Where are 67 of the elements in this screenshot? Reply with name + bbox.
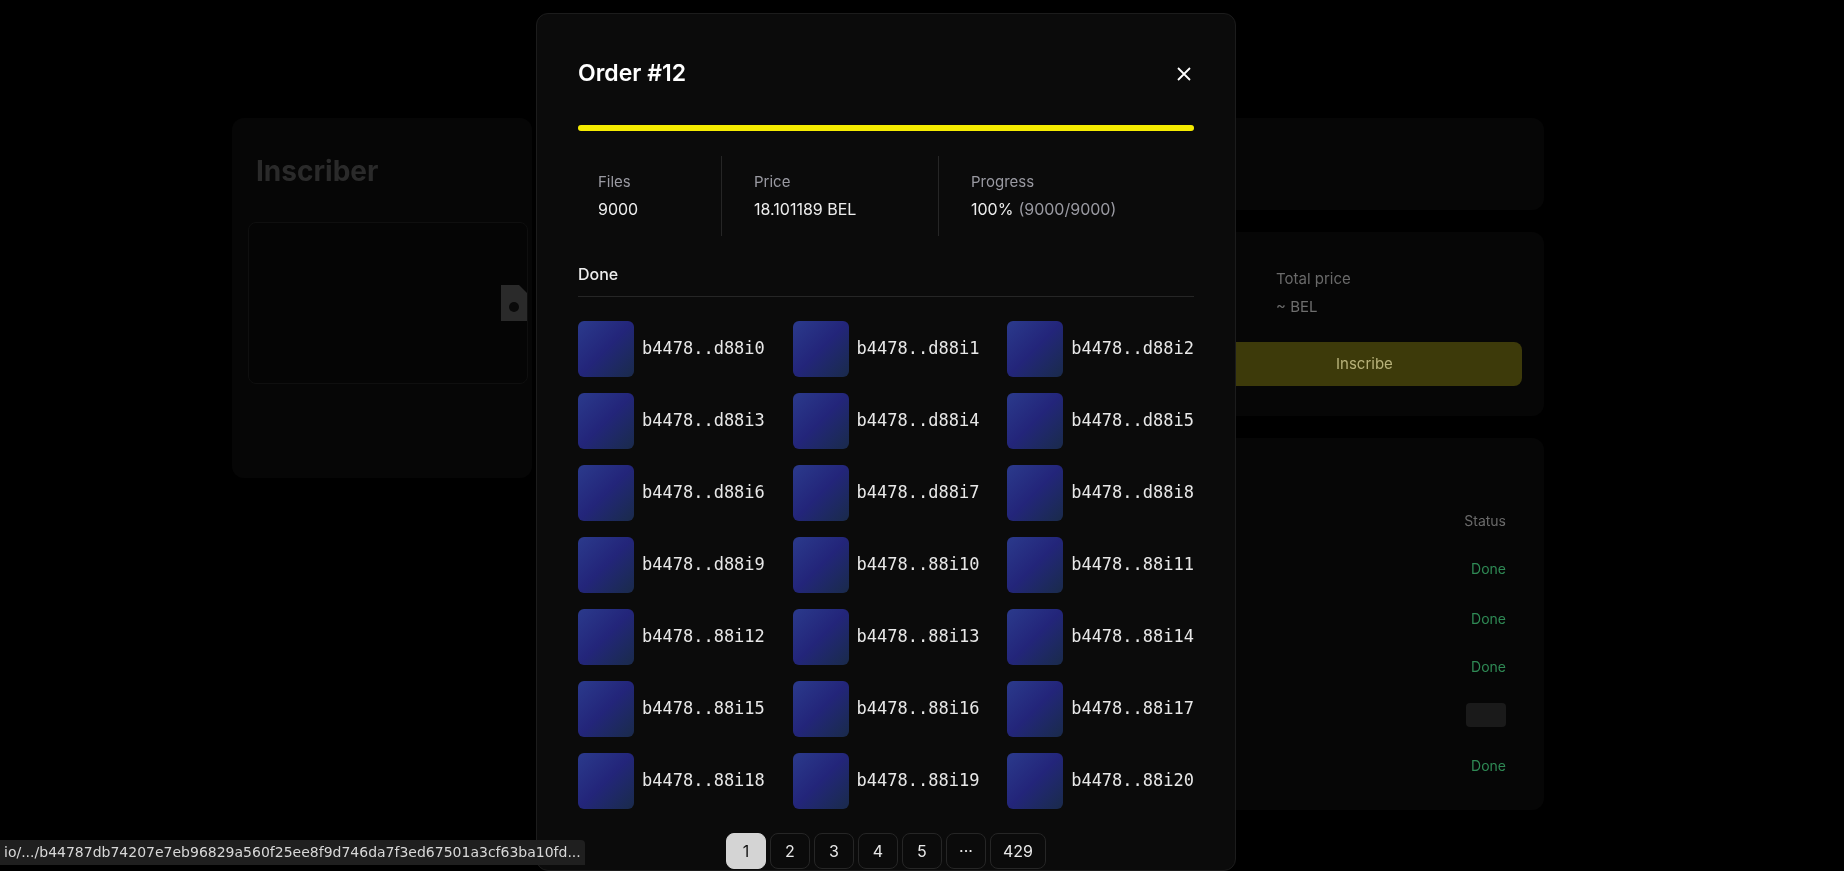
stat-detail: (9000/9000)	[1018, 198, 1117, 222]
stat-value: 9000	[598, 198, 639, 222]
page-button[interactable]: 3	[814, 833, 854, 869]
status-text: Done	[1471, 609, 1506, 629]
status-header: Status	[1464, 511, 1506, 531]
total-price-label: Total price	[1276, 268, 1351, 290]
nft-thumbnail	[1007, 321, 1064, 377]
nft-thumbnail	[1007, 753, 1064, 809]
section-title: Done	[578, 262, 1194, 297]
nft-thumbnail	[792, 321, 849, 377]
page-button[interactable]: 2	[770, 833, 810, 869]
stat-value: 100%	[971, 198, 1014, 222]
nft-thumbnail	[578, 465, 634, 521]
status-url: io/.../b44787db74207e7eb96829a560f25ee8f9d746da7f3ed67501a3cf63ba10fd...	[0, 840, 585, 865]
page-button[interactable]: 429	[990, 833, 1046, 869]
file-item[interactable]: b4478..88i20	[1007, 753, 1194, 809]
file-item[interactable]: b4478..d88i7	[792, 465, 980, 521]
file-item[interactable]: b4478..d88i2	[1007, 321, 1194, 377]
nft-thumbnail	[578, 393, 634, 449]
nft-thumbnail	[1007, 393, 1064, 449]
file-item[interactable]: b4478..88i19	[792, 753, 980, 809]
file-item[interactable]: b4478..d88i1	[792, 321, 980, 377]
nft-thumbnail	[792, 537, 849, 593]
file-item[interactable]: b4478..d88i9	[578, 537, 765, 593]
file-item[interactable]: b4478..d88i0	[578, 321, 765, 377]
status-text: Done	[1471, 559, 1506, 579]
file-item[interactable]: b4478..88i11	[1007, 537, 1194, 593]
nft-thumbnail	[578, 609, 634, 665]
page-button[interactable]: ···	[946, 833, 986, 869]
nft-thumbnail	[578, 537, 634, 593]
page-button[interactable]: 5	[902, 833, 942, 869]
nft-thumbnail	[792, 465, 849, 521]
file-item[interactable]: b4478..88i10	[792, 537, 980, 593]
file-item[interactable]: b4478..88i18	[578, 753, 765, 809]
inscribe-button[interactable]: Inscribe	[1236, 342, 1522, 386]
nft-thumbnail	[792, 393, 849, 449]
file-item[interactable]: b4478..d88i5	[1007, 393, 1194, 449]
file-item[interactable]: b4478..d88i8	[1007, 465, 1194, 521]
nft-thumbnail	[792, 681, 849, 737]
file-item[interactable]: b4478..d88i3	[578, 393, 765, 449]
file-item[interactable]: b4478..88i14	[1007, 609, 1194, 665]
modal-title: Order #12	[578, 62, 687, 85]
file-item[interactable]: b4478..88i16	[792, 681, 980, 737]
status-text: Done	[1471, 657, 1506, 677]
nft-thumbnail	[578, 753, 634, 809]
nft-thumbnail	[1007, 537, 1064, 593]
total-price-value: ~ BEL	[1276, 296, 1318, 318]
nft-thumbnail	[792, 609, 849, 665]
stat-label: Price	[754, 170, 792, 193]
file-item[interactable]: b4478..88i17	[1007, 681, 1194, 737]
stat-label: Progress	[971, 170, 1036, 193]
nft-thumbnail	[792, 753, 849, 809]
stat-label: Files	[598, 170, 632, 193]
nft-thumbnail	[1007, 681, 1064, 737]
page-button[interactable]: 4	[858, 833, 898, 869]
nft-thumbnail	[578, 321, 634, 377]
nft-thumbnail	[1007, 465, 1064, 521]
status-text: Done	[1471, 756, 1506, 776]
file-item[interactable]: b4478..d88i6	[578, 465, 765, 521]
file-item[interactable]: b4478..88i15	[578, 681, 765, 737]
stat-value: 18.101189 BEL	[754, 198, 857, 222]
file-item[interactable]: b4478..88i13	[792, 609, 980, 665]
nft-thumbnail	[1007, 609, 1064, 665]
nft-thumbnail	[578, 681, 634, 737]
page-button[interactable]: 1	[726, 833, 766, 869]
file-item[interactable]: b4478..d88i4	[792, 393, 980, 449]
file-item[interactable]: b4478..88i12	[578, 609, 765, 665]
